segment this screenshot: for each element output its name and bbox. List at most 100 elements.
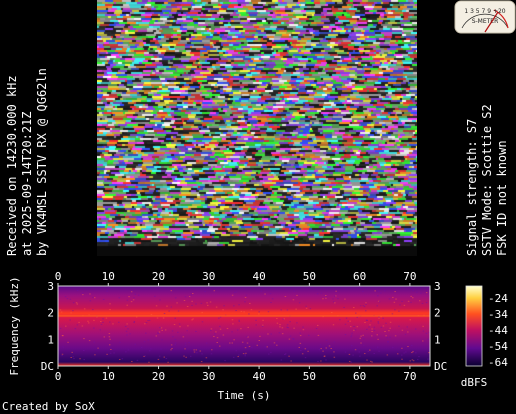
spectrogram-speckle bbox=[255, 324, 257, 326]
spectrogram-speckle bbox=[393, 301, 396, 303]
spectrogram-speckle bbox=[121, 358, 124, 360]
spectrogram-speckle bbox=[76, 290, 79, 292]
spectrogram-speckle bbox=[190, 294, 193, 296]
spectrogram-speckle bbox=[235, 291, 238, 293]
spectrogram-speckle bbox=[129, 333, 131, 335]
spectrogram-speckle bbox=[388, 330, 390, 332]
spectrogram-speckle bbox=[358, 351, 361, 353]
spectrogram-speckle bbox=[176, 302, 178, 304]
spectrogram-speckle bbox=[236, 329, 239, 331]
spectrogram-speckle bbox=[130, 301, 133, 303]
spectrogram-speckle bbox=[83, 338, 85, 340]
spectrogram-speckle bbox=[387, 341, 389, 343]
spectrogram-speckle bbox=[345, 317, 348, 319]
spectrogram-speckle bbox=[106, 353, 108, 355]
spectrogram-speckle bbox=[427, 338, 429, 340]
spectrogram-speckle bbox=[93, 327, 95, 329]
spectrogram-speckle bbox=[401, 300, 403, 302]
spectrogram-speckle bbox=[110, 349, 112, 351]
spectrogram-speckle bbox=[81, 325, 84, 327]
spectrogram-speckle bbox=[366, 359, 368, 361]
spectrogram-speckle bbox=[222, 309, 224, 311]
spectrogram-speckle bbox=[327, 343, 330, 345]
x-tick-label-bottom: 20 bbox=[152, 370, 165, 383]
spectrogram-speckle bbox=[188, 341, 190, 343]
spectrogram-speckle bbox=[364, 353, 366, 355]
spectrogram-speckle bbox=[137, 294, 140, 296]
spectrogram-speckle bbox=[166, 305, 168, 307]
spectrogram-speckle bbox=[377, 321, 380, 323]
spectrogram-speckle bbox=[267, 311, 270, 313]
spectrogram-speckle bbox=[396, 353, 399, 355]
spectrogram-speckle bbox=[283, 318, 285, 320]
spectrogram-speckle bbox=[353, 325, 355, 327]
spectrogram-speckle bbox=[233, 305, 235, 307]
x-tick-label-bottom: 50 bbox=[303, 370, 316, 383]
spectrogram-speckle bbox=[344, 298, 346, 300]
spectrogram-speckle bbox=[389, 327, 391, 329]
spectrogram-speckle bbox=[182, 336, 185, 338]
y-tick-label-left: 3 bbox=[47, 280, 54, 293]
spectrogram-speckle bbox=[83, 308, 86, 310]
spectrogram-speckle bbox=[380, 292, 382, 294]
spectrogram-speckle bbox=[154, 295, 156, 297]
spectrogram-speckle bbox=[378, 350, 380, 352]
spectrogram-speckle bbox=[378, 301, 381, 303]
spectrogram-speckle bbox=[365, 303, 367, 305]
spectrogram-speckle bbox=[350, 345, 353, 347]
spectrogram-speckle bbox=[157, 358, 160, 360]
caption-signal-strength: Signal strength: S7 bbox=[465, 118, 479, 256]
spectrogram-speckle bbox=[97, 347, 99, 349]
spectrogram-speckle bbox=[241, 341, 244, 343]
y-axis-title: Frequency (kHz) bbox=[8, 276, 21, 375]
spectrogram-speckle bbox=[377, 290, 380, 292]
spectrogram-speckle bbox=[127, 349, 130, 351]
spectrogram-speckle bbox=[219, 328, 222, 330]
spectrogram-speckle bbox=[270, 333, 272, 335]
spectrogram-speckle bbox=[94, 354, 96, 356]
spectrogram-speckle bbox=[244, 296, 247, 298]
spectrogram-speckle bbox=[223, 305, 225, 307]
spectrogram-speckle bbox=[362, 344, 365, 346]
spectrogram-speckle bbox=[385, 335, 387, 337]
spectrogram-speckle bbox=[226, 328, 229, 330]
spectrogram-speckle bbox=[232, 323, 234, 325]
spectrogram-speckle bbox=[392, 296, 394, 298]
spectrogram-speckle bbox=[296, 294, 298, 296]
spectrogram-speckle bbox=[369, 360, 372, 362]
spectrogram-speckle bbox=[195, 330, 197, 332]
spectrogram-speckle bbox=[371, 361, 373, 363]
spectrogram-speckle bbox=[363, 306, 366, 308]
spectrogram-speckle bbox=[384, 290, 386, 292]
spectrogram-speckle bbox=[231, 319, 234, 321]
spectrogram-speckle bbox=[238, 354, 240, 356]
spectrogram-speckle bbox=[168, 310, 170, 312]
spectrogram-speckle bbox=[235, 310, 237, 312]
spectrogram-speckle bbox=[214, 333, 216, 335]
spectrogram-speckle bbox=[407, 346, 409, 348]
spectrogram-speckle bbox=[75, 302, 78, 304]
spectrogram-speckle bbox=[74, 328, 77, 330]
spectrogram-speckle bbox=[216, 342, 219, 344]
spectrogram-speckle bbox=[69, 298, 72, 300]
spectrogram-speckle bbox=[304, 357, 307, 359]
spectrogram-speckle bbox=[118, 297, 121, 299]
spectrogram-speckle bbox=[325, 359, 327, 361]
spectrogram-speckle bbox=[126, 299, 129, 301]
spectrogram-speckle bbox=[195, 303, 197, 305]
spectrogram-speckle bbox=[359, 337, 362, 339]
spectrogram-speckle bbox=[125, 330, 128, 332]
spectrogram-speckle bbox=[184, 344, 187, 346]
spectrogram-speckle bbox=[349, 326, 352, 328]
spectrogram-speckle bbox=[191, 292, 194, 294]
spectrogram-speckle bbox=[316, 293, 319, 295]
spectrogram-speckle bbox=[158, 355, 161, 357]
spectrogram-speckle bbox=[109, 352, 112, 354]
spectrogram-speckle bbox=[61, 355, 63, 357]
spectrogram-speckle bbox=[418, 356, 420, 358]
spectrogram-speckle bbox=[213, 336, 215, 338]
spectrogram-speckle bbox=[290, 360, 292, 362]
y-tick-label-right: DC bbox=[434, 360, 447, 373]
spectrogram-speckle bbox=[407, 300, 410, 302]
spectrogram-speckle bbox=[356, 326, 359, 328]
